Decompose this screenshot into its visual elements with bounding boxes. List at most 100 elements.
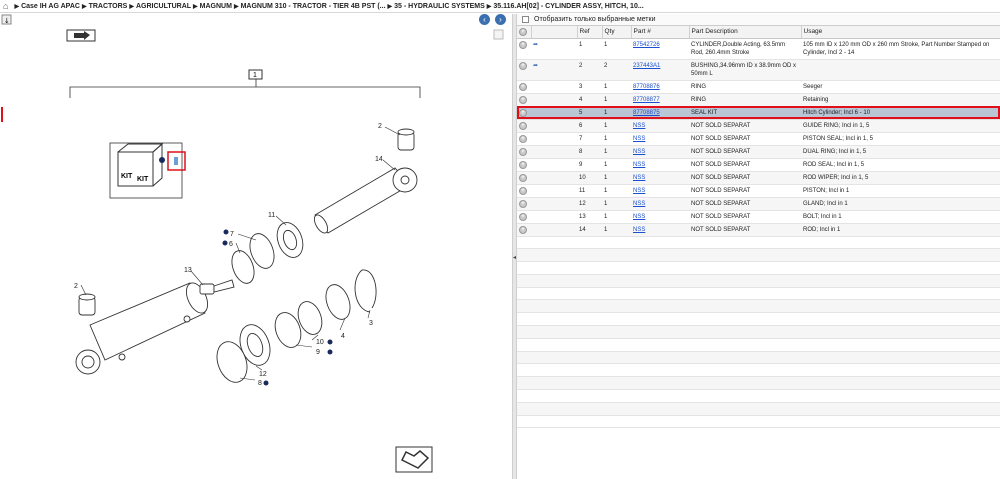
table-row[interactable]: +9 1 NSS NOT SOLD SEPARAT ROD SEAL; Incl in …: [517, 158, 1000, 172]
expand-all-icon[interactable]: +: [519, 27, 527, 36]
cell-part[interactable]: NSS: [631, 184, 689, 198]
col-part[interactable]: Part #: [631, 26, 690, 39]
add-item-icon[interactable]: +: [519, 61, 527, 70]
add-item-icon[interactable]: +: [519, 225, 527, 234]
empty-row: [517, 261, 1000, 275]
breadcrumb-items: ▶ Case IH AG APAC ▶ TRACTORS ▶ AGRICULTURAL ▶ M…: [12, 3, 643, 10]
table-row[interactable]: +4 1 87708877 RING Retaining: [517, 93, 1000, 107]
col-ref[interactable]: Ref: [577, 26, 603, 39]
prev-icon[interactable]: ‹: [479, 14, 490, 25]
cell-qty: 1: [602, 184, 631, 198]
empty-row: [517, 312, 1000, 327]
filter-checkbox[interactable]: [522, 16, 529, 23]
cell-usage: PISTON; Incl in 1: [801, 184, 1000, 198]
label-11[interactable]: 11: [268, 212, 275, 219]
label-14[interactable]: 14: [375, 156, 383, 163]
table-row[interactable]: + ➦ 1 1 87542726 CYLINDER,Double Acting, 63.5…: [517, 38, 1000, 60]
cell-part[interactable]: 87708875: [631, 106, 689, 120]
label-7[interactable]: 7: [230, 231, 234, 238]
col-desc[interactable]: Part Description: [689, 26, 802, 39]
col-usage[interactable]: Usage: [801, 26, 1000, 39]
cell-part[interactable]: 87708876: [631, 80, 689, 94]
cell-usage: Retaining: [801, 93, 1000, 107]
next-icon[interactable]: ›: [495, 14, 506, 25]
cell-ref: 1: [577, 38, 602, 60]
label-2b[interactable]: 2: [74, 283, 78, 290]
cell-part[interactable]: NSS: [631, 223, 689, 237]
label-10[interactable]: 10: [316, 339, 324, 346]
label-8[interactable]: 8: [258, 380, 262, 387]
cell-ref: 14: [577, 223, 602, 237]
breadcrumb-item[interactable]: TRACTORS: [89, 3, 128, 10]
add-item-icon[interactable]: +: [519, 134, 527, 143]
label-2a[interactable]: 2: [378, 123, 382, 130]
cell-qty: 1: [602, 158, 631, 172]
home-icon[interactable]: ⌂: [3, 1, 8, 11]
table-row[interactable]: +10 1 NSS NOT SOLD SEPARAT ROD WIPER; Incl i…: [517, 171, 1000, 185]
cell-part[interactable]: NSS: [631, 210, 689, 224]
cell-qty: 1: [602, 197, 631, 211]
col-qty[interactable]: Qty: [602, 26, 632, 39]
add-item-icon[interactable]: +: [519, 173, 527, 182]
cell-desc: NOT SOLD SEPARAT: [689, 171, 801, 185]
cell-part[interactable]: NSS: [631, 132, 689, 146]
cell-part[interactable]: NSS: [631, 158, 689, 172]
table-row[interactable]: +14 1 NSS NOT SOLD SEPARAT ROD; Incl in 1: [517, 223, 1000, 237]
label-9[interactable]: 9: [316, 349, 320, 356]
table-row[interactable]: +11 1 NSS NOT SOLD SEPARAT PISTON; Incl in 1: [517, 184, 1000, 198]
breadcrumb-item[interactable]: 35.116.AH[02] - CYLINDER ASSY, HITCH, 10…: [493, 3, 643, 10]
cell-ref: 7: [577, 132, 602, 146]
cell-part[interactable]: NSS: [631, 145, 689, 159]
cell-ref: 9: [577, 158, 602, 172]
cell-part[interactable]: NSS: [631, 197, 689, 211]
breadcrumb-item[interactable]: MAGNUM: [200, 3, 232, 10]
cell-usage: DUAL RING; Incl in 1, 5: [801, 145, 1000, 159]
breadcrumb-item[interactable]: AGRICULTURAL: [136, 3, 191, 10]
parts-table: + Ref Qty Part # Part Description Usage …: [517, 26, 1000, 429]
cell-part[interactable]: 87542726: [631, 38, 689, 60]
table-row[interactable]: +12 1 NSS NOT SOLD SEPARAT GLAND; Incl in 1: [517, 197, 1000, 211]
add-item-icon[interactable]: +: [519, 160, 527, 169]
label-3[interactable]: 3: [369, 320, 373, 327]
add-item-icon[interactable]: +: [519, 108, 527, 117]
cell-usage: ROD; Incl in 1: [801, 223, 1000, 237]
cell-qty: 1: [602, 132, 631, 146]
cell-ref: 4: [577, 93, 602, 107]
info-icon[interactable]: ➦: [533, 42, 538, 48]
fit-icon[interactable]: [493, 29, 504, 40]
label-13[interactable]: 13: [184, 267, 192, 274]
cell-usage: ROD WIPER; Incl in 1, 5: [801, 171, 1000, 185]
breadcrumb-item[interactable]: MAGNUM 310 - TRACTOR - TIER 4B PST (...: [241, 3, 386, 10]
table-row[interactable]: +5 1 87708875 SEAL KIT Hitch Cylinder; Incl …: [517, 106, 1000, 120]
info-icon[interactable]: ➦: [533, 63, 538, 69]
cell-part[interactable]: NSS: [631, 119, 689, 133]
cell-desc: CYLINDER,Double Acting, 63.5mm Rod, 260.…: [689, 38, 801, 60]
table-row[interactable]: +8 1 NSS NOT SOLD SEPARAT DUAL RING; Incl in…: [517, 145, 1000, 159]
breadcrumb-item[interactable]: Case IH AG APAC: [21, 3, 80, 10]
table-row[interactable]: +13 1 NSS NOT SOLD SEPARAT BOLT; Incl in 1: [517, 210, 1000, 224]
add-item-icon[interactable]: +: [519, 121, 527, 130]
add-item-icon[interactable]: +: [519, 199, 527, 208]
table-row[interactable]: +6 1 NSS NOT SOLD SEPARAT GUIDE RING; Incl i…: [517, 119, 1000, 133]
label-6[interactable]: 6: [229, 241, 233, 248]
add-item-icon[interactable]: +: [519, 186, 527, 195]
add-item-icon[interactable]: +: [519, 212, 527, 221]
cell-part[interactable]: NSS: [631, 171, 689, 185]
label-1[interactable]: 1: [253, 72, 257, 79]
label-12[interactable]: 12: [259, 371, 267, 378]
add-item-icon[interactable]: +: [519, 147, 527, 156]
table-row[interactable]: +3 1 87708876 RING Seeger: [517, 80, 1000, 94]
cell-desc: NOT SOLD SEPARAT: [689, 184, 801, 198]
cell-part[interactable]: 87708877: [631, 93, 689, 107]
dot-icon: [263, 380, 269, 386]
add-item-icon[interactable]: +: [519, 82, 527, 91]
add-item-icon[interactable]: +: [519, 95, 527, 104]
label-4[interactable]: 4: [341, 333, 345, 340]
cell-part[interactable]: 237443A1: [631, 59, 689, 81]
add-item-icon[interactable]: +: [519, 40, 527, 49]
table-row[interactable]: +7 1 NSS NOT SOLD SEPARAT PISTON SEAL; Incl …: [517, 132, 1000, 146]
breadcrumb-item[interactable]: 35 - HYDRAULIC SYSTEMS: [394, 3, 485, 10]
dot-icon: [223, 229, 229, 235]
breadcrumb-separator-icon: ▶: [387, 3, 393, 10]
table-row[interactable]: + ➦ 2 2 237443A1 BUSHING,34.96mm ID x 38.9mm …: [517, 59, 1000, 81]
